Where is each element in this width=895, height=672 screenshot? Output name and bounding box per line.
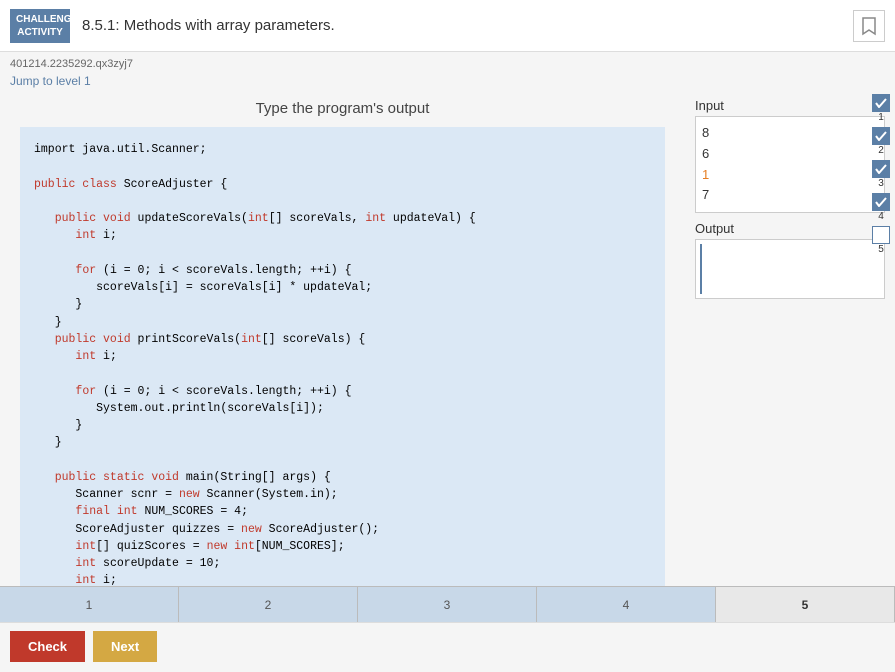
section-title: Type the program's output [20, 100, 665, 117]
next-button[interactable]: Next [93, 631, 157, 662]
bookmark-icon[interactable] [853, 10, 885, 42]
page-title: 8.5.1: Methods with array parameters. [82, 17, 853, 34]
activity-id: 401214.2235292.qx3zyj7 [10, 58, 133, 70]
progress-segment-4[interactable]: 4 [537, 587, 716, 622]
progress-segment-1[interactable]: 1 [0, 587, 179, 622]
input-box: 8 6 1 7 [695, 116, 885, 213]
output-label: Output [695, 221, 885, 236]
check-button[interactable]: Check [10, 631, 85, 662]
check-item-1: 1 [872, 94, 890, 123]
check-item-5: 5 [872, 226, 890, 255]
main-content: Type the program's output import java.ut… [0, 90, 895, 586]
bottom-bar: Check Next [0, 622, 895, 670]
right-panel: Input 8 6 1 7 Output [685, 90, 895, 586]
input-label: Input [695, 98, 885, 113]
check-item-3: 3 [872, 160, 890, 189]
progress-segment-2[interactable]: 2 [179, 587, 358, 622]
check-num-1: 1 [878, 112, 884, 123]
check-num-3: 3 [878, 178, 884, 189]
check-box-3[interactable] [872, 160, 890, 178]
code-block: import java.util.Scanner; public class S… [20, 127, 665, 586]
check-item-4: 4 [872, 193, 890, 222]
check-box-4[interactable] [872, 193, 890, 211]
check-num-4: 4 [878, 211, 884, 222]
jump-to-level[interactable]: Jump to level 1 [0, 72, 895, 90]
check-box-2[interactable] [872, 127, 890, 145]
progress-segment-5[interactable]: 5 [716, 587, 895, 622]
output-textarea[interactable] [700, 244, 880, 294]
header: CHALLENGE ACTIVITY 8.5.1: Methods with a… [0, 0, 895, 52]
input-value-3: 1 [702, 165, 878, 186]
check-num-2: 2 [878, 145, 884, 156]
check-num-5: 5 [878, 244, 884, 255]
check-item-2: 2 [872, 127, 890, 156]
code-section: Type the program's output import java.ut… [0, 90, 685, 586]
input-value-2: 6 [702, 144, 878, 165]
challenge-badge: CHALLENGE ACTIVITY [10, 9, 70, 43]
check-box-5[interactable] [872, 226, 890, 244]
progress-segment-3[interactable]: 3 [358, 587, 537, 622]
input-value-1: 8 [702, 123, 878, 144]
input-value-4: 7 [702, 185, 878, 206]
subheader: 401214.2235292.qx3zyj7 [0, 52, 895, 72]
side-checks: 1 2 3 4 5 [867, 90, 895, 257]
output-box [695, 239, 885, 299]
progress-bar: 1 2 3 4 5 [0, 586, 895, 622]
check-box-1[interactable] [872, 94, 890, 112]
